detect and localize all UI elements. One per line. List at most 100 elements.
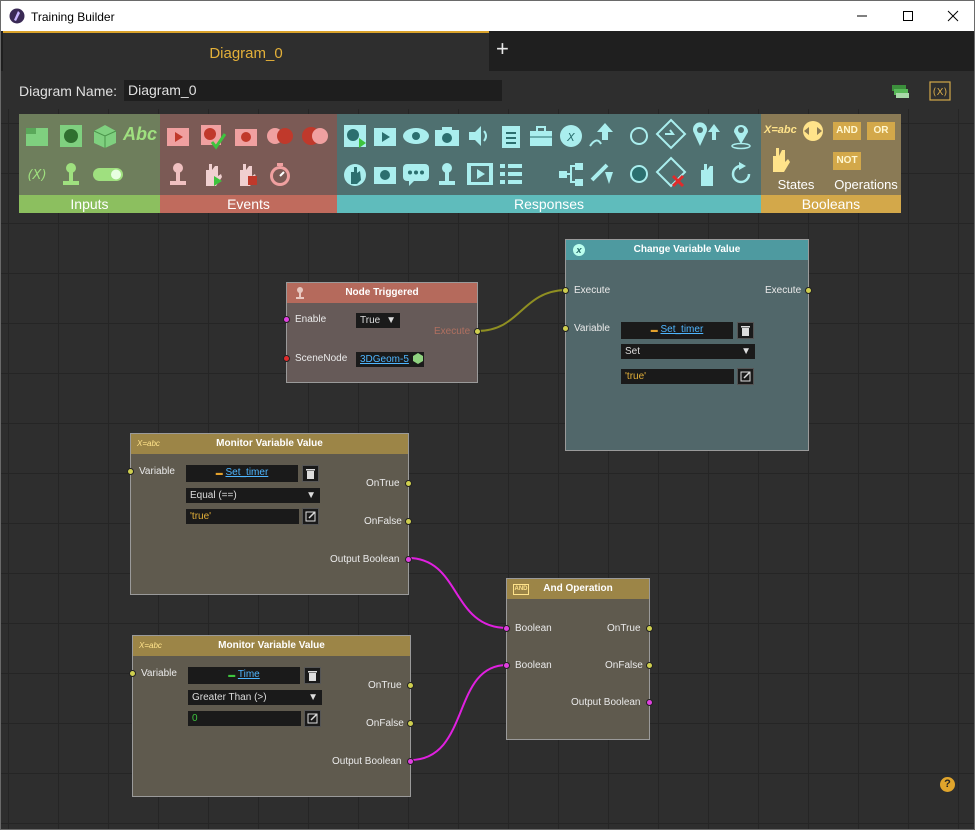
node-title: Node Triggered xyxy=(345,287,419,298)
output-boolean-port[interactable] xyxy=(405,556,412,563)
trash-icon xyxy=(308,671,317,681)
boolean-input-label-2: Boolean xyxy=(515,660,552,671)
ontrue-label: OnTrue xyxy=(607,623,641,634)
output-boolean-label: Output Boolean xyxy=(330,554,400,565)
boolean-input-label-1: Boolean xyxy=(515,623,552,634)
boolean-connection-1[interactable] xyxy=(407,557,508,629)
variable-input-port[interactable] xyxy=(129,670,136,677)
cube-icon xyxy=(413,353,423,364)
onfalse-output-port[interactable] xyxy=(407,720,414,727)
value-field[interactable]: 0 xyxy=(188,711,301,726)
edit-value-button[interactable] xyxy=(304,710,321,727)
monitor-variable-header-1[interactable]: X=abc Monitor Variable Value xyxy=(131,434,408,454)
chevron-down-icon: ▼ xyxy=(308,692,318,703)
help-button[interactable]: ? xyxy=(940,777,955,792)
variable-label: Variable xyxy=(139,466,175,477)
execute-input-label: Execute xyxy=(574,285,611,296)
edit-icon xyxy=(305,511,316,522)
variable-link[interactable]: Set_timer xyxy=(660,324,703,335)
monitor-variable-icon: X=abc xyxy=(139,641,162,650)
chevron-down-icon: ▼ xyxy=(306,490,316,501)
variable-label: Variable xyxy=(141,668,177,679)
ontrue-output-port[interactable] xyxy=(407,682,414,689)
edit-value-button[interactable] xyxy=(302,508,319,525)
enable-dropdown[interactable]: True ▼ xyxy=(356,313,400,328)
condition-value: Greater Than (>) xyxy=(192,692,267,703)
output-boolean-port[interactable] xyxy=(646,699,653,706)
variable-input-port[interactable] xyxy=(562,325,569,332)
condition-dropdown[interactable]: Equal (==) ▼ xyxy=(186,488,320,503)
trash-icon xyxy=(306,469,315,479)
monitor-variable-node-2[interactable]: X=abc Monitor Variable Value Variable ▬ … xyxy=(129,635,414,797)
variable-type-icon: ▬ xyxy=(650,327,658,334)
scenenode-input-port[interactable] xyxy=(283,355,290,362)
output-boolean-port[interactable] xyxy=(407,758,414,765)
execute-output-label: Execute xyxy=(434,326,471,337)
monitor-variable-header-2[interactable]: X=abc Monitor Variable Value xyxy=(133,636,410,656)
ontrue-output-port[interactable] xyxy=(405,480,412,487)
scenenode-label: SceneNode xyxy=(295,353,348,364)
ontrue-output-port[interactable] xyxy=(646,625,653,632)
variable-label: Variable xyxy=(574,323,610,334)
node-triggered-node[interactable]: Node Triggered Enable True ▼ Execute Scen… xyxy=(283,282,481,383)
value-text: 'true' xyxy=(190,511,212,522)
chevron-down-icon: ▼ xyxy=(386,315,396,326)
value-text: 'true' xyxy=(625,371,647,382)
output-boolean-label: Output Boolean xyxy=(332,756,402,767)
node-title: And Operation xyxy=(543,583,613,594)
execute-output-port[interactable] xyxy=(474,328,481,335)
edit-value-button[interactable] xyxy=(737,368,754,385)
operation-value: Set xyxy=(625,346,641,357)
onfalse-label: OnFalse xyxy=(366,718,404,729)
execute-output-label: Execute xyxy=(765,285,802,296)
execute-input-port[interactable] xyxy=(562,287,569,294)
onfalse-output-port[interactable] xyxy=(646,662,653,669)
edit-icon xyxy=(740,371,751,382)
onfalse-label: OnFalse xyxy=(605,660,643,671)
chevron-down-icon: ▼ xyxy=(741,346,751,357)
variable-field[interactable]: ▬ Set_timer xyxy=(186,465,298,482)
change-variable-header[interactable]: X Change Variable Value xyxy=(566,240,808,260)
condition-dropdown[interactable]: Greater Than (>) ▼ xyxy=(188,690,322,705)
scenenode-link[interactable]: 3DGeom-5 xyxy=(360,354,409,365)
condition-value: Equal (==) xyxy=(190,490,237,501)
and-operation-node[interactable]: AND And Operation Boolean Boolean OnTrue… xyxy=(503,578,653,740)
app-window: Training Builder Diagram_0 + Diagram Nam… xyxy=(0,0,975,830)
node-triggered-header[interactable]: Node Triggered xyxy=(287,283,477,303)
variable-field[interactable]: ▬ Time xyxy=(188,667,300,684)
delete-variable-button[interactable] xyxy=(737,322,754,339)
boolean-input-port-2[interactable] xyxy=(503,662,510,669)
enable-label: Enable xyxy=(295,314,327,325)
and-operation-header[interactable]: AND And Operation xyxy=(507,579,649,599)
delete-variable-button[interactable] xyxy=(304,667,321,684)
onfalse-label: OnFalse xyxy=(364,516,402,527)
trash-icon xyxy=(741,326,750,336)
value-field[interactable]: 'true' xyxy=(621,369,734,384)
value-field[interactable]: 'true' xyxy=(186,509,299,524)
ontrue-label: OnTrue xyxy=(366,478,400,489)
enable-value: True xyxy=(360,315,381,326)
operation-dropdown[interactable]: Set ▼ xyxy=(621,344,755,359)
monitor-variable-node-1[interactable]: X=abc Monitor Variable Value Variable ▬ … xyxy=(127,433,412,595)
monitor-variable-icon: X=abc xyxy=(137,439,160,448)
variable-input-port[interactable] xyxy=(127,468,134,475)
onfalse-output-port[interactable] xyxy=(405,518,412,525)
ontrue-label: OnTrue xyxy=(368,680,402,691)
edit-icon xyxy=(307,713,318,724)
execute-connection[interactable] xyxy=(476,289,567,332)
variable-link[interactable]: Set_timer xyxy=(225,467,268,478)
change-variable-icon: X xyxy=(573,244,585,256)
node-title: Monitor Variable Value xyxy=(216,438,323,449)
node-title: Monitor Variable Value xyxy=(218,640,325,651)
enable-input-port[interactable] xyxy=(283,316,290,323)
variable-link[interactable]: Time xyxy=(238,669,260,680)
boolean-input-port-1[interactable] xyxy=(503,625,510,632)
delete-variable-button[interactable] xyxy=(302,465,319,482)
variable-type-icon: ▬ xyxy=(228,672,236,679)
execute-output-port[interactable] xyxy=(805,287,812,294)
and-icon: AND xyxy=(513,584,529,595)
change-variable-node[interactable]: X Change Variable Value Execute Execute … xyxy=(562,239,812,451)
variable-type-icon: ▬ xyxy=(215,470,223,477)
boolean-connection-2[interactable] xyxy=(409,664,508,761)
variable-field[interactable]: ▬ Set_timer xyxy=(621,322,733,339)
